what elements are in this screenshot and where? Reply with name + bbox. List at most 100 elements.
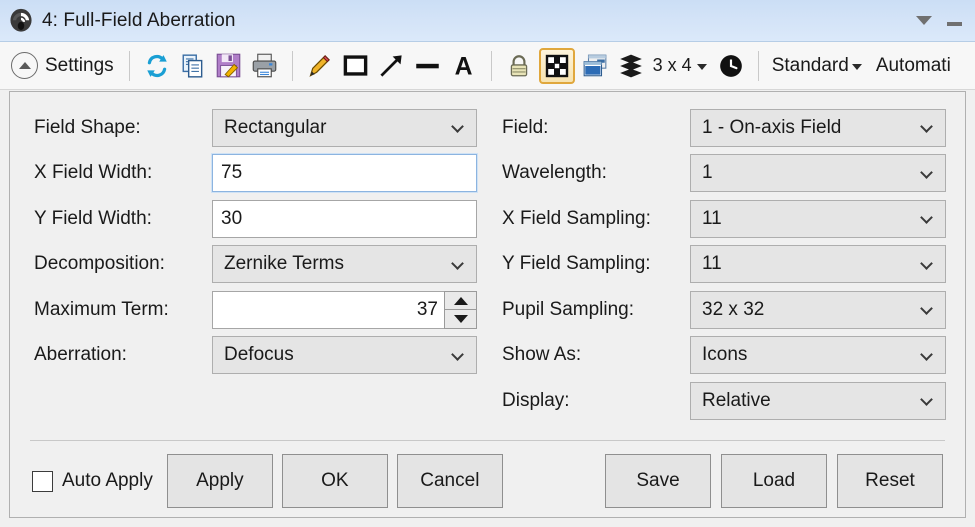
x-field-width-input[interactable]: 75 [212, 154, 477, 192]
reset-button[interactable]: Reset [837, 454, 943, 508]
grid-layout-label[interactable]: 3 x 4 [653, 55, 692, 76]
aberration-value: Defocus [224, 344, 452, 366]
lock-icon[interactable] [503, 50, 535, 82]
maximum-term-label: Maximum Term: [34, 299, 212, 321]
automatic-menu-label: Automati [876, 55, 951, 77]
text-annotate-icon[interactable]: A [448, 50, 480, 82]
zemax-logo-icon [8, 8, 34, 34]
settings-form: Field Shape: Rectangular X Field Width: … [10, 92, 965, 436]
pupil-sampling-control: 32 x 32 [690, 291, 946, 329]
field-label: Field: [502, 117, 690, 139]
window-toolbar: Settings [0, 42, 975, 90]
maximum-term-control: 37 [212, 291, 477, 329]
windows-icon[interactable] [579, 50, 611, 82]
minimize-button[interactable] [939, 7, 969, 35]
chevron-down-icon [921, 122, 932, 133]
refresh-icon[interactable] [141, 50, 173, 82]
print-icon[interactable] [249, 50, 281, 82]
show-as-value: Icons [702, 344, 921, 366]
pencil-annotate-icon[interactable] [304, 50, 336, 82]
full-field-aberration-window: 4: Full-Field Aberration Settings [0, 0, 975, 527]
chevron-down-icon [921, 168, 932, 179]
y-field-sampling-combo[interactable]: 11 [690, 245, 946, 283]
spinner-up-button[interactable] [445, 292, 476, 310]
y-field-sampling-value: 11 [702, 253, 921, 275]
pupil-sampling-value: 32 x 32 [702, 299, 921, 321]
pupil-sampling-combo[interactable]: 32 x 32 [690, 291, 946, 329]
line-annotate-icon[interactable] [412, 50, 444, 82]
apply-button[interactable]: Apply [167, 454, 273, 508]
field-value: 1 - On-axis Field [702, 117, 921, 139]
y-field-sampling-row: Y Field Sampling: 11 [502, 242, 967, 288]
rectangle-annotate-icon[interactable] [340, 50, 372, 82]
show-as-label: Show As: [502, 344, 690, 366]
footer-divider [30, 440, 945, 441]
copy-icon[interactable] [177, 50, 209, 82]
aberration-control: Defocus [212, 336, 477, 374]
aberration-combo[interactable]: Defocus [212, 336, 477, 374]
x-field-sampling-combo[interactable]: 11 [690, 200, 946, 238]
window-menu-button[interactable] [909, 7, 939, 35]
toolbar-separator [491, 51, 492, 81]
maximum-term-row: Maximum Term: 37 [34, 287, 502, 333]
arrow-annotate-icon[interactable] [376, 50, 408, 82]
ok-button[interactable]: OK [282, 454, 388, 508]
chevron-down-icon [452, 259, 463, 270]
dialog-footer: Auto Apply Apply OK Cancel Save Load Res… [10, 444, 965, 518]
y-field-width-input[interactable]: 30 [212, 200, 477, 238]
x-field-width-label: X Field Width: [34, 162, 212, 184]
x-field-width-control: 75 [212, 154, 477, 192]
x-field-sampling-value: 11 [702, 208, 921, 230]
decomposition-combo[interactable]: Zernike Terms [212, 245, 477, 283]
automatic-menu[interactable]: Automati [876, 55, 951, 77]
toolbar-separator [129, 51, 130, 81]
field-shape-control: Rectangular [212, 109, 477, 147]
field-shape-value: Rectangular [224, 117, 452, 139]
show-as-combo[interactable]: Icons [690, 336, 946, 374]
caret-down-icon[interactable] [697, 64, 707, 70]
pupil-sampling-row: Pupil Sampling: 32 x 32 [502, 287, 967, 333]
maximum-term-spin-buttons [444, 291, 477, 329]
window-title: 4: Full-Field Aberration [42, 10, 236, 32]
chevron-down-icon [452, 122, 463, 133]
toolbar-separator [758, 51, 759, 81]
display-combo[interactable]: Relative [690, 382, 946, 420]
load-button[interactable]: Load [721, 454, 827, 508]
x-field-width-row: X Field Width: 75 [34, 151, 502, 197]
maximum-term-value: 37 [417, 299, 438, 321]
field-combo[interactable]: 1 - On-axis Field [690, 109, 946, 147]
field-row: Field: 1 - On-axis Field [502, 105, 967, 151]
clock-refresh-icon[interactable] [715, 50, 747, 82]
auto-apply-checkbox[interactable] [32, 471, 53, 492]
auto-apply-checkbox-wrap[interactable]: Auto Apply [32, 470, 153, 492]
display-control: Relative [690, 382, 946, 420]
chevron-down-icon [921, 259, 932, 270]
decomposition-label: Decomposition: [34, 253, 212, 275]
cancel-button[interactable]: Cancel [397, 454, 503, 508]
x-field-sampling-row: X Field Sampling: 11 [502, 196, 967, 242]
decomposition-control: Zernike Terms [212, 245, 477, 283]
fit-window-icon[interactable] [539, 48, 575, 84]
maximum-term-input[interactable]: 37 [212, 291, 444, 329]
save-button[interactable]: Save [605, 454, 711, 508]
wavelength-value: 1 [702, 162, 921, 184]
y-field-width-label: Y Field Width: [34, 208, 212, 230]
x-field-sampling-label: X Field Sampling: [502, 208, 690, 230]
save-as-icon[interactable] [213, 50, 245, 82]
field-shape-combo[interactable]: Rectangular [212, 109, 477, 147]
wavelength-row: Wavelength: 1 [502, 151, 967, 197]
svg-text:A: A [455, 54, 473, 80]
style-menu[interactable]: Standard [772, 55, 868, 77]
spinner-down-button[interactable] [445, 309, 476, 328]
settings-right-column: Field: 1 - On-axis Field Wavelength: 1 [502, 92, 967, 436]
field-shape-label: Field Shape: [34, 117, 212, 139]
layers-icon[interactable] [615, 50, 647, 82]
chevron-down-icon [921, 213, 932, 224]
y-field-sampling-label: Y Field Sampling: [502, 253, 690, 275]
wavelength-combo[interactable]: 1 [690, 154, 946, 192]
field-control: 1 - On-axis Field [690, 109, 946, 147]
chevron-up-circle-icon [11, 52, 38, 79]
settings-toggle[interactable]: Settings [8, 46, 120, 86]
y-field-width-control: 30 [212, 200, 477, 238]
show-as-control: Icons [690, 336, 946, 374]
